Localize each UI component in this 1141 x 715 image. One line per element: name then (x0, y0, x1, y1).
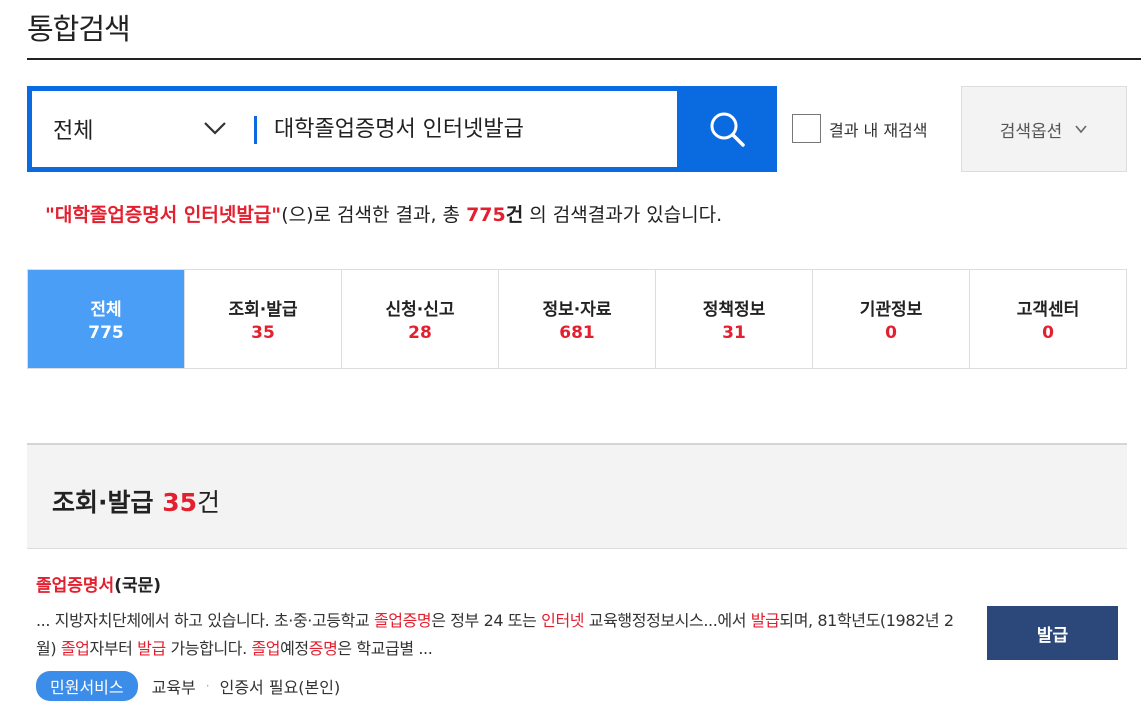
section-title: 조회·발급 35건 (52, 483, 220, 519)
search-scope-select[interactable]: 전체 (32, 91, 254, 167)
desc-text: 은 학교급별 ... (337, 639, 433, 658)
tab-count: 681 (559, 323, 595, 343)
section-count: 35 (162, 488, 198, 517)
tab-count: 35 (251, 323, 275, 343)
search-input[interactable]: 대학졸업증명서 인터넷발급 (274, 111, 524, 143)
summary-text-1: (으)로 검색한 결과, 총 (281, 204, 467, 226)
result-title-link[interactable]: 졸업증명서(국문) (36, 571, 161, 596)
tab-inquiry-issue[interactable]: 조회·발급 35 (185, 270, 342, 368)
tab-application-report[interactable]: 신청·신고 28 (342, 270, 499, 368)
desc-text: 은 정부 24 또는 (431, 611, 542, 630)
section-title-text: 조회·발급 (52, 488, 154, 517)
search-box: 전체 대학졸업증명서 인터넷발급 (27, 86, 777, 172)
chevron-down-icon (1075, 125, 1087, 134)
desc-highlight: 증명 (308, 639, 338, 658)
tab-label: 정보·자료 (542, 300, 612, 320)
search-button[interactable] (677, 86, 777, 172)
desc-highlight: 졸업 (251, 639, 281, 658)
search-scope-value: 전체 (53, 119, 94, 144)
title-divider (27, 58, 1141, 60)
recheck-label: 결과 내 재검색 (829, 120, 928, 140)
desc-text: 가능합니다. (165, 639, 252, 658)
desc-text: 자부터 (89, 639, 138, 658)
search-options-label: 검색옵션 (999, 121, 1063, 142)
desc-text: ... 지방자치단체에서 하고 있습니다. 초·중·고등학교 (36, 611, 374, 630)
section-unit: 건 (197, 488, 221, 517)
desc-highlight: 발급 (750, 611, 780, 630)
result-summary: "대학졸업증명서 인터넷발급"(으)로 검색한 결과, 총 775건 의 검색결… (45, 200, 722, 227)
tab-label: 고객센터 (1016, 300, 1080, 320)
search-icon (710, 112, 745, 147)
desc-highlight: 발급 (137, 639, 166, 658)
tab-label: 정책정보 (702, 300, 766, 320)
separator-dot: · (205, 679, 210, 693)
result-title-rest: (국문) (114, 576, 162, 596)
tab-customer-center[interactable]: 고객센터 0 (970, 270, 1126, 368)
tab-label: 기관정보 (859, 300, 923, 320)
tab-label: 신청·신고 (385, 300, 455, 320)
recheck-checkbox[interactable] (792, 114, 821, 143)
tab-all[interactable]: 전체 775 (28, 270, 185, 368)
tab-agency[interactable]: 기관정보 0 (813, 270, 970, 368)
summary-unit: 건 (505, 204, 524, 226)
recheck-option[interactable]: 결과 내 재검색 (792, 114, 928, 143)
category-tabs: 전체 775 조회·발급 35 신청·신고 28 정보·자료 681 정책정보 … (27, 269, 1127, 369)
requirement-text: 인증서 필요(본인) (219, 678, 341, 697)
desc-highlight: 졸업증명 (373, 611, 432, 630)
summary-query: "대학졸업증명서 인터넷발급" (45, 204, 282, 226)
summary-text-2: 의 검색결과가 있습니다. (523, 204, 723, 226)
agency-name: 교육부 (151, 678, 196, 697)
desc-text: 예정 (280, 639, 309, 658)
section-header: 조회·발급 35건 (27, 443, 1127, 549)
issue-button[interactable]: 발급 (987, 606, 1118, 660)
tab-count: 0 (885, 323, 897, 343)
tab-label: 조회·발급 (228, 300, 298, 320)
result-meta: 민원서비스 교육부 · 인증서 필요(본인) (36, 671, 340, 701)
tab-count: 775 (88, 323, 124, 343)
desc-highlight: 인터넷 (541, 611, 585, 630)
desc-highlight: 졸업 (60, 639, 90, 658)
tab-count: 28 (408, 323, 432, 343)
service-type-badge: 민원서비스 (36, 671, 138, 701)
desc-text: 교육행정정보시스...에서 (584, 611, 751, 630)
search-options-button[interactable]: 검색옵션 (961, 86, 1127, 172)
tab-count: 0 (1042, 323, 1054, 343)
tab-policy[interactable]: 정책정보 31 (656, 270, 813, 368)
chevron-down-icon (204, 122, 226, 135)
tab-count: 31 (722, 323, 746, 343)
summary-count: 775 (466, 204, 506, 226)
tab-label: 전체 (90, 300, 122, 320)
result-description: ... 지방자치단체에서 하고 있습니다. 초·중·고등학교 졸업증명은 정부 … (36, 607, 956, 663)
result-title-highlight: 졸업증명서 (36, 576, 115, 596)
input-cursor-divider (254, 116, 257, 144)
page-title: 통합검색 (27, 12, 131, 46)
tab-info-data[interactable]: 정보·자료 681 (499, 270, 656, 368)
